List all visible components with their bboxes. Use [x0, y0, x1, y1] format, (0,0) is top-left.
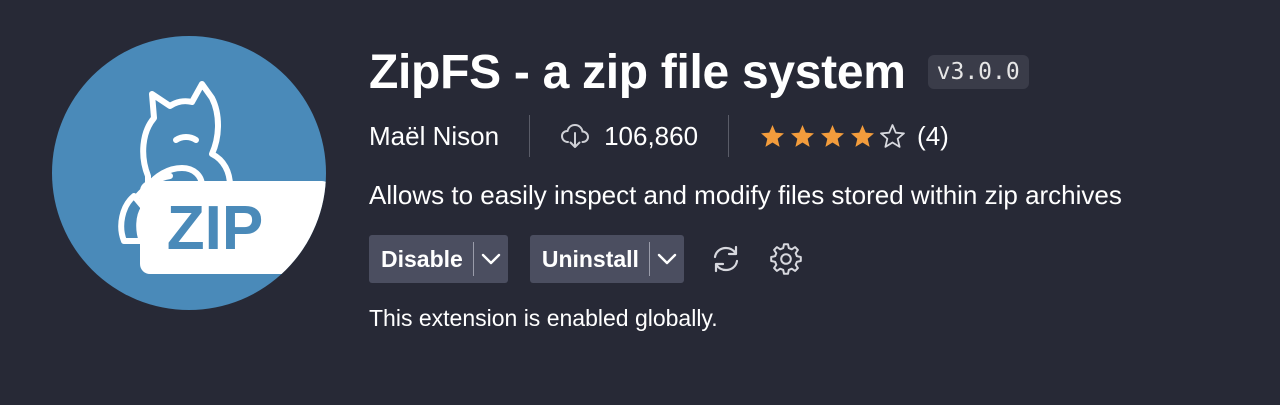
extension-details: ZipFS - a zip file system v3.0.0 Maël Ni…	[369, 40, 1249, 332]
title-row: ZipFS - a zip file system v3.0.0	[369, 40, 1249, 104]
chevron-down-icon	[481, 253, 501, 265]
action-bar: Disable Uninstall	[369, 235, 1249, 283]
cloud-download-icon	[561, 123, 590, 148]
star-filled-icon	[791, 124, 815, 147]
settings-button[interactable]	[766, 239, 806, 279]
meta-row: Maël Nison 106,860 (4)	[369, 108, 1249, 164]
uninstall-button-group: Uninstall	[529, 235, 684, 283]
star-filled-icon	[761, 124, 785, 147]
publisher-link[interactable]: Maël Nison	[369, 121, 499, 152]
install-count-value: 106,860	[604, 120, 699, 151]
disable-button[interactable]: Disable	[369, 235, 473, 283]
logo-text: ZIP	[167, 194, 263, 263]
extension-header: ZIP ZipFS - a zip file system v3.0.0 Maë…	[0, 0, 1280, 405]
extension-title: ZipFS - a zip file system	[369, 45, 906, 99]
gear-icon	[770, 243, 802, 275]
sync-button[interactable]	[706, 239, 746, 279]
divider	[728, 115, 730, 157]
extension-logo: ZIP	[52, 36, 326, 310]
rating-stars	[759, 123, 909, 150]
disable-button-group: Disable	[369, 235, 508, 283]
star-filled-icon	[821, 124, 845, 147]
enablement-status: This extension is enabled globally.	[369, 305, 718, 331]
sync-icon	[713, 245, 739, 273]
rating[interactable]: (4)	[759, 121, 949, 152]
star-filled-icon	[851, 124, 875, 147]
chevron-down-icon	[657, 253, 677, 265]
star-empty-icon	[880, 123, 905, 148]
uninstall-button[interactable]: Uninstall	[530, 235, 649, 283]
uninstall-dropdown-button[interactable]	[650, 235, 684, 283]
install-count: 106,860	[560, 121, 698, 152]
extension-description: Allows to easily inspect and modify file…	[369, 180, 1122, 210]
divider	[529, 115, 531, 157]
disable-dropdown-button[interactable]	[474, 235, 508, 283]
rating-count: (4)	[917, 120, 949, 151]
version-badge: v3.0.0	[927, 55, 1029, 89]
